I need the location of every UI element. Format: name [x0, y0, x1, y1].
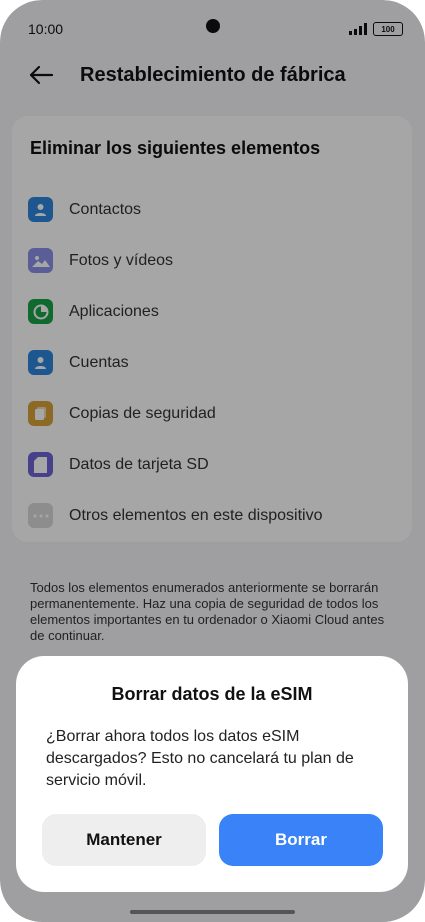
screen: 10:00 100 Restablecimiento de fábrica El…: [0, 0, 425, 922]
phone-frame: 10:00 100 Restablecimiento de fábrica El…: [0, 0, 425, 922]
dialog-message: ¿Borrar ahora todos los datos eSIM desca…: [46, 728, 354, 789]
dialog-title: Borrar datos de la eSIM: [111, 684, 313, 704]
keep-button[interactable]: Mantener: [42, 814, 206, 866]
erase-button[interactable]: Borrar: [219, 814, 383, 866]
home-indicator[interactable]: [130, 910, 295, 914]
esim-dialog: Borrar datos de la eSIM ¿Borrar ahora to…: [16, 656, 408, 892]
